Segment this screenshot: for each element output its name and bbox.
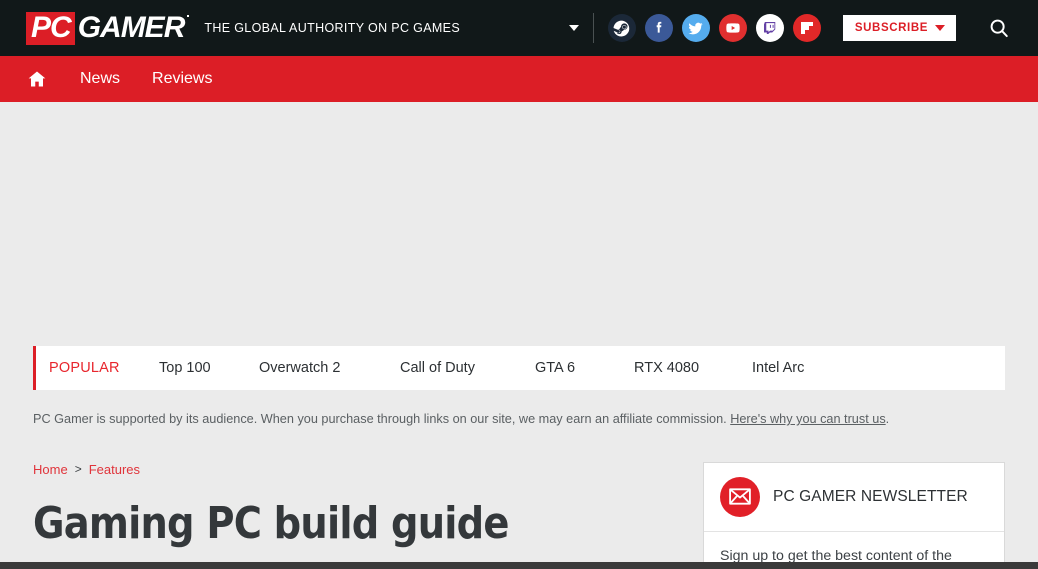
breadcrumb: Home > Features [33, 462, 633, 477]
envelope-icon [720, 476, 760, 517]
popular-item-top-100[interactable]: Top 100 [159, 360, 211, 376]
breadcrumb-features[interactable]: Features [89, 462, 140, 477]
popular-item-gta-6[interactable]: GTA 6 [535, 360, 575, 376]
sidebar-column: PC GAMER NEWSLETTER Sign up to get the b… [633, 461, 1005, 569]
chevron-down-icon [935, 25, 945, 31]
header-right-cluster: SUBSCRIBE [565, 0, 1038, 56]
nav-item-news[interactable]: News [80, 71, 120, 87]
steam-icon[interactable] [607, 14, 636, 42]
popular-topics-bar: POPULAR Top 100 Overwatch 2 Call of Duty… [33, 346, 1005, 390]
bottom-bar [0, 562, 1038, 569]
logo-gamer-text: GAMER [77, 10, 190, 44]
header-divider [592, 13, 594, 43]
newsletter-signup-card: PC GAMER NEWSLETTER Sign up to get the b… [703, 461, 1005, 569]
social-links [607, 14, 821, 42]
popular-label: POPULAR [49, 360, 120, 376]
logo-pc-text: PC [26, 11, 75, 46]
primary-navigation: News Reviews [0, 56, 1038, 102]
twitch-icon[interactable] [755, 14, 784, 42]
site-tagline: THE GLOBAL AUTHORITY ON PC GAMES [204, 21, 461, 35]
affiliate-period: . [885, 412, 890, 426]
flipboard-icon[interactable] [792, 14, 821, 42]
site-header: PC GAMER THE GLOBAL AUTHORITY ON PC GAMES [0, 0, 1038, 56]
newsletter-title: PC GAMER NEWSLETTER [773, 487, 968, 505]
twitter-icon[interactable] [681, 14, 710, 42]
article-column: Home > Features Gaming PC build guide [33, 462, 633, 569]
popular-topics-section: POPULAR Top 100 Overwatch 2 Call of Duty… [0, 346, 1038, 390]
youtube-icon[interactable] [718, 14, 747, 42]
nav-item-reviews[interactable]: Reviews [152, 71, 212, 87]
page-content: Home > Features Gaming PC build guide PC… [0, 461, 1038, 569]
trust-us-link[interactable]: Here's why you can trust us [730, 412, 885, 426]
popular-item-overwatch-2[interactable]: Overwatch 2 [259, 360, 340, 376]
affiliate-text: PC Gamer is supported by its audience. W… [33, 412, 731, 426]
popular-item-call-of-duty[interactable]: Call of Duty [400, 360, 475, 376]
breadcrumb-separator: > [74, 462, 82, 477]
newsletter-header: PC GAMER NEWSLETTER [704, 463, 1004, 532]
search-icon[interactable] [986, 15, 1012, 41]
home-icon [28, 71, 46, 87]
affiliate-disclosure: PC Gamer is supported by its audience. W… [0, 390, 1038, 429]
site-logo[interactable]: PC GAMER THE GLOBAL AUTHORITY ON PC GAMES [26, 11, 460, 46]
popular-item-rtx-4080[interactable]: RTX 4080 [634, 360, 699, 376]
advertisement-slot [0, 102, 1038, 346]
subscribe-label: SUBSCRIBE [854, 22, 928, 34]
subscribe-button[interactable]: SUBSCRIBE [842, 15, 956, 41]
breadcrumb-home[interactable]: Home [33, 462, 68, 477]
facebook-icon[interactable] [644, 14, 673, 42]
page-title: Gaming PC build guide [33, 497, 509, 549]
chevron-down-icon[interactable] [565, 19, 583, 37]
popular-item-intel-arc[interactable]: Intel Arc [752, 360, 804, 376]
sidebar-item-home[interactable] [26, 69, 48, 89]
